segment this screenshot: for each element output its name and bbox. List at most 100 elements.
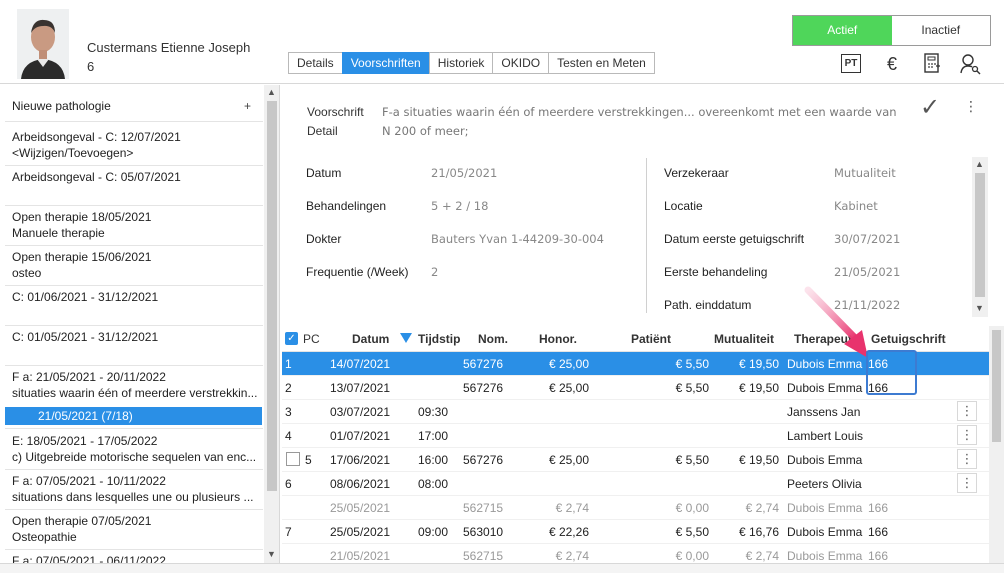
list-item-title: Open therapie 07/05/2021 xyxy=(12,514,152,528)
list-item-title: E: 18/05/2021 - 17/05/2022 xyxy=(12,434,158,448)
cell-ther: Dubois Emma xyxy=(787,453,863,467)
list-item[interactable]: Open therapie 18/05/2021 Manuele therapie xyxy=(12,209,262,241)
confirm-check-icon[interactable]: ✓ xyxy=(920,93,940,122)
table-row[interactable]: 6 08/06/2021 08:00 Peeters Olivia ⋮ xyxy=(282,472,989,496)
divider xyxy=(5,205,263,206)
row-more-icon[interactable]: ⋮ xyxy=(957,473,977,493)
cell-datum: 13/07/2021 xyxy=(329,381,390,395)
euro-icon[interactable]: € xyxy=(881,53,903,75)
list-item-subtitle: Manuele therapie xyxy=(12,226,105,240)
tab-okido[interactable]: OKIDO xyxy=(492,52,550,74)
col-datum[interactable]: Datum xyxy=(352,332,389,346)
col-mutualiteit[interactable]: Mutualiteit xyxy=(714,332,774,346)
scroll-up-icon[interactable]: ▲ xyxy=(975,159,984,169)
list-item[interactable]: Arbeidsongeval - C: 12/07/2021 <Wijzigen/… xyxy=(12,129,262,161)
inactief-button[interactable]: Inactief xyxy=(891,16,990,45)
table-scrollbar[interactable] xyxy=(989,326,1004,563)
scroll-down-icon[interactable]: ▼ xyxy=(975,303,984,313)
scrollbar-thumb[interactable] xyxy=(975,173,985,297)
table-row[interactable]: 4 01/07/2021 17:00 Lambert Louis ⋮ xyxy=(282,424,989,448)
col-patient[interactable]: Patiënt xyxy=(631,332,671,346)
divider xyxy=(5,285,263,286)
more-options-icon[interactable]: ⋮ xyxy=(964,99,978,113)
list-item-title: C: 01/06/2021 - 31/12/2021 xyxy=(12,290,159,304)
cell-tijd: 16:00 xyxy=(418,453,449,467)
pt-icon[interactable]: PT xyxy=(841,54,861,73)
sidebar-scrollbar[interactable]: ▲ ▼ xyxy=(264,85,279,563)
cell-mut: € 19,50 xyxy=(738,453,779,467)
prescription-text-line: F-a situaties waarin één of meerdere ver… xyxy=(382,105,897,119)
table-row[interactable]: 7 25/05/2021 09:00 563010 € 22,26 € 5,50 € 16,… xyxy=(282,520,989,544)
cell-pc: 4 xyxy=(285,429,292,443)
cell-ther: Peeters Olivia xyxy=(787,477,862,491)
cell-tijd: 17:00 xyxy=(418,429,449,443)
col-pc[interactable]: PC xyxy=(303,332,320,346)
cell-getuig: 166 xyxy=(868,501,889,515)
behandelingen-value: 5 + 2 / 18 xyxy=(431,199,489,213)
detail-scrollbar[interactable]: ▲ ▼ xyxy=(972,157,988,317)
row-checkbox[interactable] xyxy=(286,452,300,466)
calculator-icon[interactable] xyxy=(921,53,943,75)
cell-pc: 6 xyxy=(285,477,292,491)
select-all-checkbox[interactable]: ✓ xyxy=(285,332,298,345)
table-row[interactable]: 5 17/06/2021 16:00 567276 € 25,00 € 5,50 € 19,… xyxy=(282,448,989,472)
scroll-down-icon[interactable]: ▼ xyxy=(267,549,276,559)
sort-desc-icon[interactable] xyxy=(400,333,412,343)
list-item[interactable]: F a: 21/05/2021 - 20/11/2022 situaties wa… xyxy=(12,369,262,401)
cell-ther: Dubois Emma xyxy=(787,549,863,563)
tab-details[interactable]: Details xyxy=(288,52,343,74)
row-more-icon[interactable]: ⋮ xyxy=(957,401,977,421)
list-item-title: F a: 07/05/2021 - 10/11/2022 xyxy=(12,474,166,488)
row-more-icon[interactable]: ⋮ xyxy=(957,449,977,469)
list-item-title: Arbeidsongeval - C: 12/07/2021 xyxy=(12,130,181,144)
cell-datum: 01/07/2021 xyxy=(329,429,390,443)
voorschrift-label: Voorschrift xyxy=(307,105,364,119)
col-honor[interactable]: Honor. xyxy=(539,332,577,346)
cell-patient: € 0,00 xyxy=(675,501,709,515)
cell-nom: 567276 xyxy=(463,357,504,371)
tab-testen-en-meten[interactable]: Testen en Meten xyxy=(548,52,655,74)
row-more-icon[interactable]: ⋮ xyxy=(957,425,977,445)
scrollbar-thumb[interactable] xyxy=(992,330,1001,442)
cell-getuig: 166 xyxy=(868,525,889,539)
new-pathology-label[interactable]: Nieuwe pathologie xyxy=(12,99,111,113)
cell-pc: 3 xyxy=(285,405,292,419)
eerste-getuigschrift-value: 30/07/2021 xyxy=(834,232,901,246)
list-item-subtitle: osteo xyxy=(12,266,42,280)
cell-tijd: 09:00 xyxy=(418,525,449,539)
cell-honor: € 25,00 xyxy=(548,357,589,371)
cell-patient: € 5,50 xyxy=(675,357,709,371)
table-row[interactable]: 3 03/07/2021 09:30 Janssens Jan ⋮ xyxy=(282,400,989,424)
list-item[interactable]: E: 18/05/2021 - 17/05/2022 c) Uitgebreide… xyxy=(12,433,262,465)
cell-datum: 25/05/2021 xyxy=(329,501,390,515)
col-nom[interactable]: Nom. xyxy=(478,332,508,346)
tab-historiek[interactable]: Historiek xyxy=(428,52,494,74)
list-item[interactable]: F a: 07/05/2021 - 06/11/2022 xyxy=(12,553,262,563)
selected-prescription[interactable]: 21/05/2021 (7/18) xyxy=(5,407,262,425)
list-item[interactable]: Arbeidsongeval - C: 05/07/2021 xyxy=(12,169,262,185)
col-tijdstip[interactable]: Tijdstip xyxy=(418,332,460,346)
scrollbar-thumb[interactable] xyxy=(267,101,277,491)
locatie-value: Kabinet xyxy=(834,199,878,213)
user-search-icon[interactable] xyxy=(959,53,981,75)
divider xyxy=(5,121,263,122)
scroll-up-icon[interactable]: ▲ xyxy=(267,87,276,97)
divider xyxy=(5,245,263,246)
list-item-title: Open therapie 18/05/2021 xyxy=(12,210,152,224)
prescription-text-line: N 200 of meer; xyxy=(382,124,469,138)
cell-honor: € 25,00 xyxy=(548,381,589,395)
list-item[interactable]: Open therapie 07/05/2021 Osteopathie xyxy=(12,513,262,545)
cell-datum: 08/06/2021 xyxy=(329,477,390,491)
cell-ther: Lambert Louis xyxy=(787,429,864,443)
table-row[interactable]: 25/05/2021 562715 € 2,74 € 0,00 € 2,74 Dubois… xyxy=(282,496,989,520)
list-item[interactable]: C: 01/05/2021 - 31/12/2021 xyxy=(12,329,262,345)
list-item[interactable]: Open therapie 15/06/2021 osteo xyxy=(12,249,262,281)
header: Custermans Etienne Joseph 6 Details Voor… xyxy=(0,0,1004,84)
table-row[interactable]: 21/05/2021 562715 € 2,74 € 0,00 € 2,74 Dubois… xyxy=(282,544,989,563)
actief-button[interactable]: Actief xyxy=(793,16,892,45)
cell-honor: € 2,74 xyxy=(555,501,589,515)
list-item[interactable]: F a: 07/05/2021 - 10/11/2022 situations d… xyxy=(12,473,262,505)
add-pathology-button[interactable]: + xyxy=(244,99,251,113)
tab-voorschriften[interactable]: Voorschriften xyxy=(341,52,430,74)
list-item[interactable]: C: 01/06/2021 - 31/12/2021 xyxy=(12,289,262,305)
